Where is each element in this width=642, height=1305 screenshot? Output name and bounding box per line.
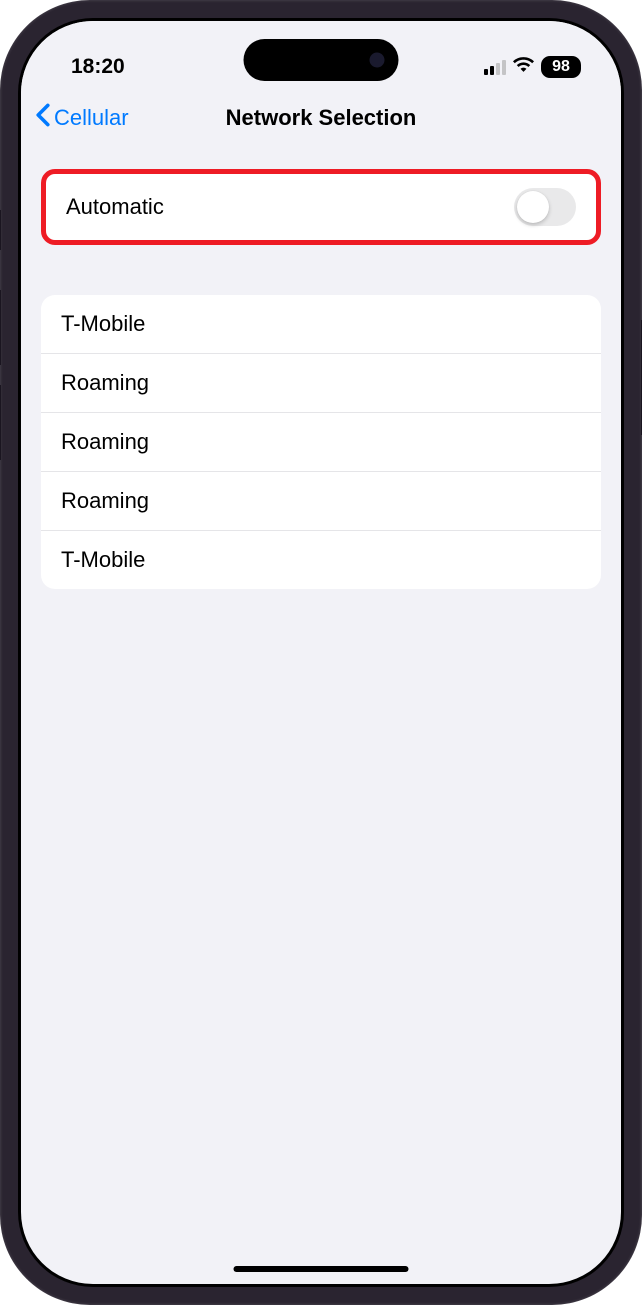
chevron-left-icon <box>35 103 51 133</box>
status-time: 18:20 <box>71 55 125 79</box>
cellular-signal-icon <box>484 60 506 75</box>
phone-inner-frame: 18:20 98 <box>18 18 624 1287</box>
battery-indicator: 98 <box>541 56 581 78</box>
automatic-toggle-row[interactable]: Automatic <box>41 169 601 245</box>
volume-down-button <box>0 385 1 460</box>
automatic-toggle-switch[interactable] <box>514 188 576 226</box>
back-button[interactable]: Cellular <box>35 103 129 133</box>
network-name: Roaming <box>61 370 149 395</box>
network-item[interactable]: T-Mobile <box>41 295 601 354</box>
automatic-label: Automatic <box>66 194 164 220</box>
silent-switch <box>0 210 1 250</box>
volume-up-button <box>0 290 1 365</box>
network-name: Roaming <box>61 488 149 513</box>
dynamic-island <box>244 39 399 81</box>
network-item[interactable]: Roaming <box>41 354 601 413</box>
network-item[interactable]: T-Mobile <box>41 531 601 589</box>
network-item[interactable]: Roaming <box>41 413 601 472</box>
available-networks-list: T-Mobile Roaming Roaming Roaming T-Mobil… <box>41 295 601 589</box>
network-item[interactable]: Roaming <box>41 472 601 531</box>
navigation-bar: Cellular Network Selection <box>21 91 621 151</box>
home-indicator[interactable] <box>234 1266 409 1272</box>
network-name: T-Mobile <box>61 547 145 572</box>
content-area: Automatic T-Mobile Roaming Roaming <box>21 151 621 607</box>
screen: 18:20 98 <box>21 21 621 1284</box>
toggle-knob <box>517 191 549 223</box>
phone-frame: 18:20 98 <box>0 0 642 1305</box>
network-name: Roaming <box>61 429 149 454</box>
network-name: T-Mobile <box>61 311 145 336</box>
page-title: Network Selection <box>226 105 417 131</box>
status-indicators: 98 <box>484 56 581 78</box>
back-button-label: Cellular <box>54 105 129 131</box>
wifi-icon <box>513 57 534 78</box>
